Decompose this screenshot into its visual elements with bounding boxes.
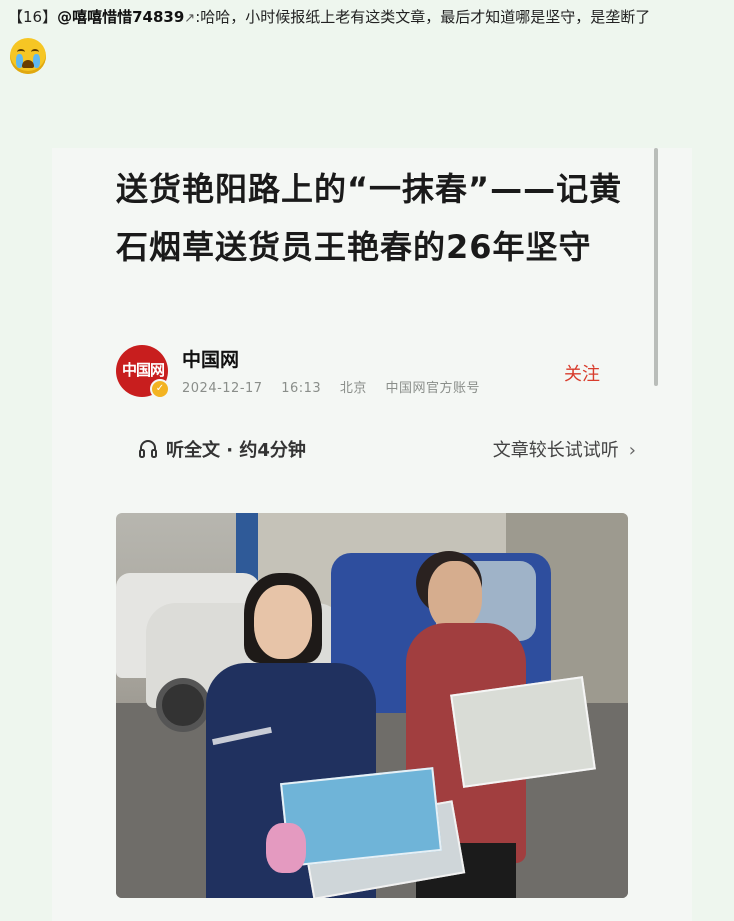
external-link-icon[interactable]: ↗ [184,11,195,26]
listen-full-label[interactable]: 听全文 · 约4分钟 [166,436,306,462]
comment-index: 【16】 [8,8,58,26]
follow-button[interactable]: 关注 [564,360,600,386]
article-photo[interactable] [116,513,628,898]
publish-date: 2024-12-17 [182,381,263,396]
source-logo: 中国网 [122,361,165,379]
listen-bar[interactable]: 听全文 · 约4分钟 文章较长试试听 › [116,418,636,480]
source-name[interactable]: 中国网 [182,345,239,372]
try-listen-link[interactable]: 文章较长试试听 › [493,436,636,462]
listen-prefix: 听全文 [166,440,220,461]
listen-separator: · [220,440,240,461]
try-listen-label: 文章较长试试听 [492,440,619,461]
account-type: 中国网官方账号 [385,381,480,396]
headphone-icon [139,440,157,458]
verified-badge-icon: ✓ [150,379,170,399]
publish-time: 16:13 [281,381,322,396]
article-card: 送货艳阳路上的“一抹春”——记黄石烟草送货员王艳春的26年坚守 中国网 ✓ 中国… [52,148,692,921]
comment-username[interactable]: @嘻嘻惜惜74839 [57,8,184,26]
comment-text: 【16】@嘻嘻惜惜74839↗:哈哈，小时候报纸上老有这类文章，最后才知道哪是坚… [8,6,726,30]
publish-location: 北京 [339,381,367,396]
chevron-right-icon: › [628,440,636,461]
comment-body: :哈哈，小时候报纸上老有这类文章，最后才知道哪是坚守，是垄断了 [195,8,651,26]
article-meta: 2024-12-17 16:13 北京 中国网官方账号 [182,377,494,396]
listen-duration: 约4分钟 [239,440,306,461]
scrollbar[interactable] [654,148,658,386]
avatar[interactable]: 中国网 ✓ [116,345,170,399]
article-title: 送货艳阳路上的“一抹春”——记黄石烟草送货员王艳春的26年坚守 [116,170,623,266]
crying-face-icon [10,38,46,74]
